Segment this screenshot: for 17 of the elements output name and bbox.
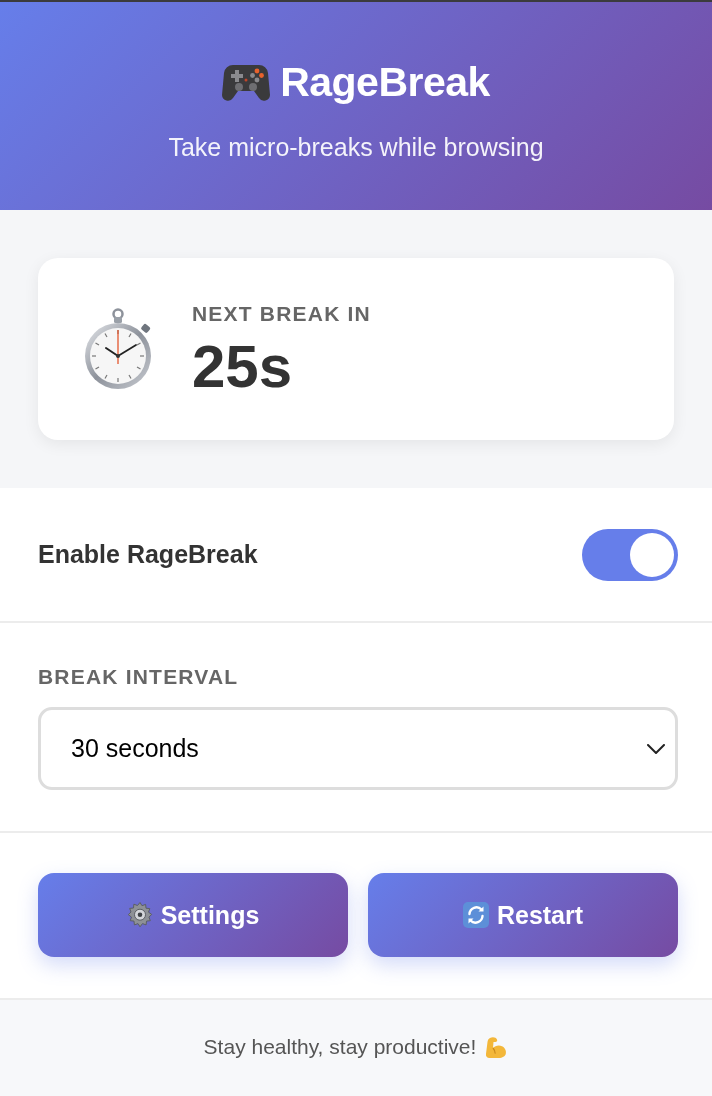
arrows-cycle-icon [462, 902, 489, 928]
settings-button[interactable]: Settings [38, 873, 348, 957]
restart-button[interactable]: Restart [368, 873, 678, 957]
countdown-label: NEXT BREAK IN [192, 301, 371, 327]
toggle-switch[interactable] [582, 528, 678, 581]
flexed-arm-icon [484, 1035, 509, 1059]
interval-select[interactable]: 30 seconds [38, 707, 678, 790]
app-title: RageBreak [280, 58, 490, 106]
countdown-value: 25s [192, 337, 294, 397]
toggle-label: Enable RageBreak [38, 540, 258, 569]
footer-text: Stay healthy, stay productive! [203, 1035, 477, 1059]
app-subtitle: Take micro-breaks while browsing [168, 132, 544, 162]
chevron-down-icon [647, 743, 665, 754]
stopwatch-icon [82, 308, 154, 390]
gear-icon [126, 902, 153, 928]
gamepad-icon [222, 62, 271, 102]
interval-label: BREAK INTERVAL [38, 664, 240, 690]
